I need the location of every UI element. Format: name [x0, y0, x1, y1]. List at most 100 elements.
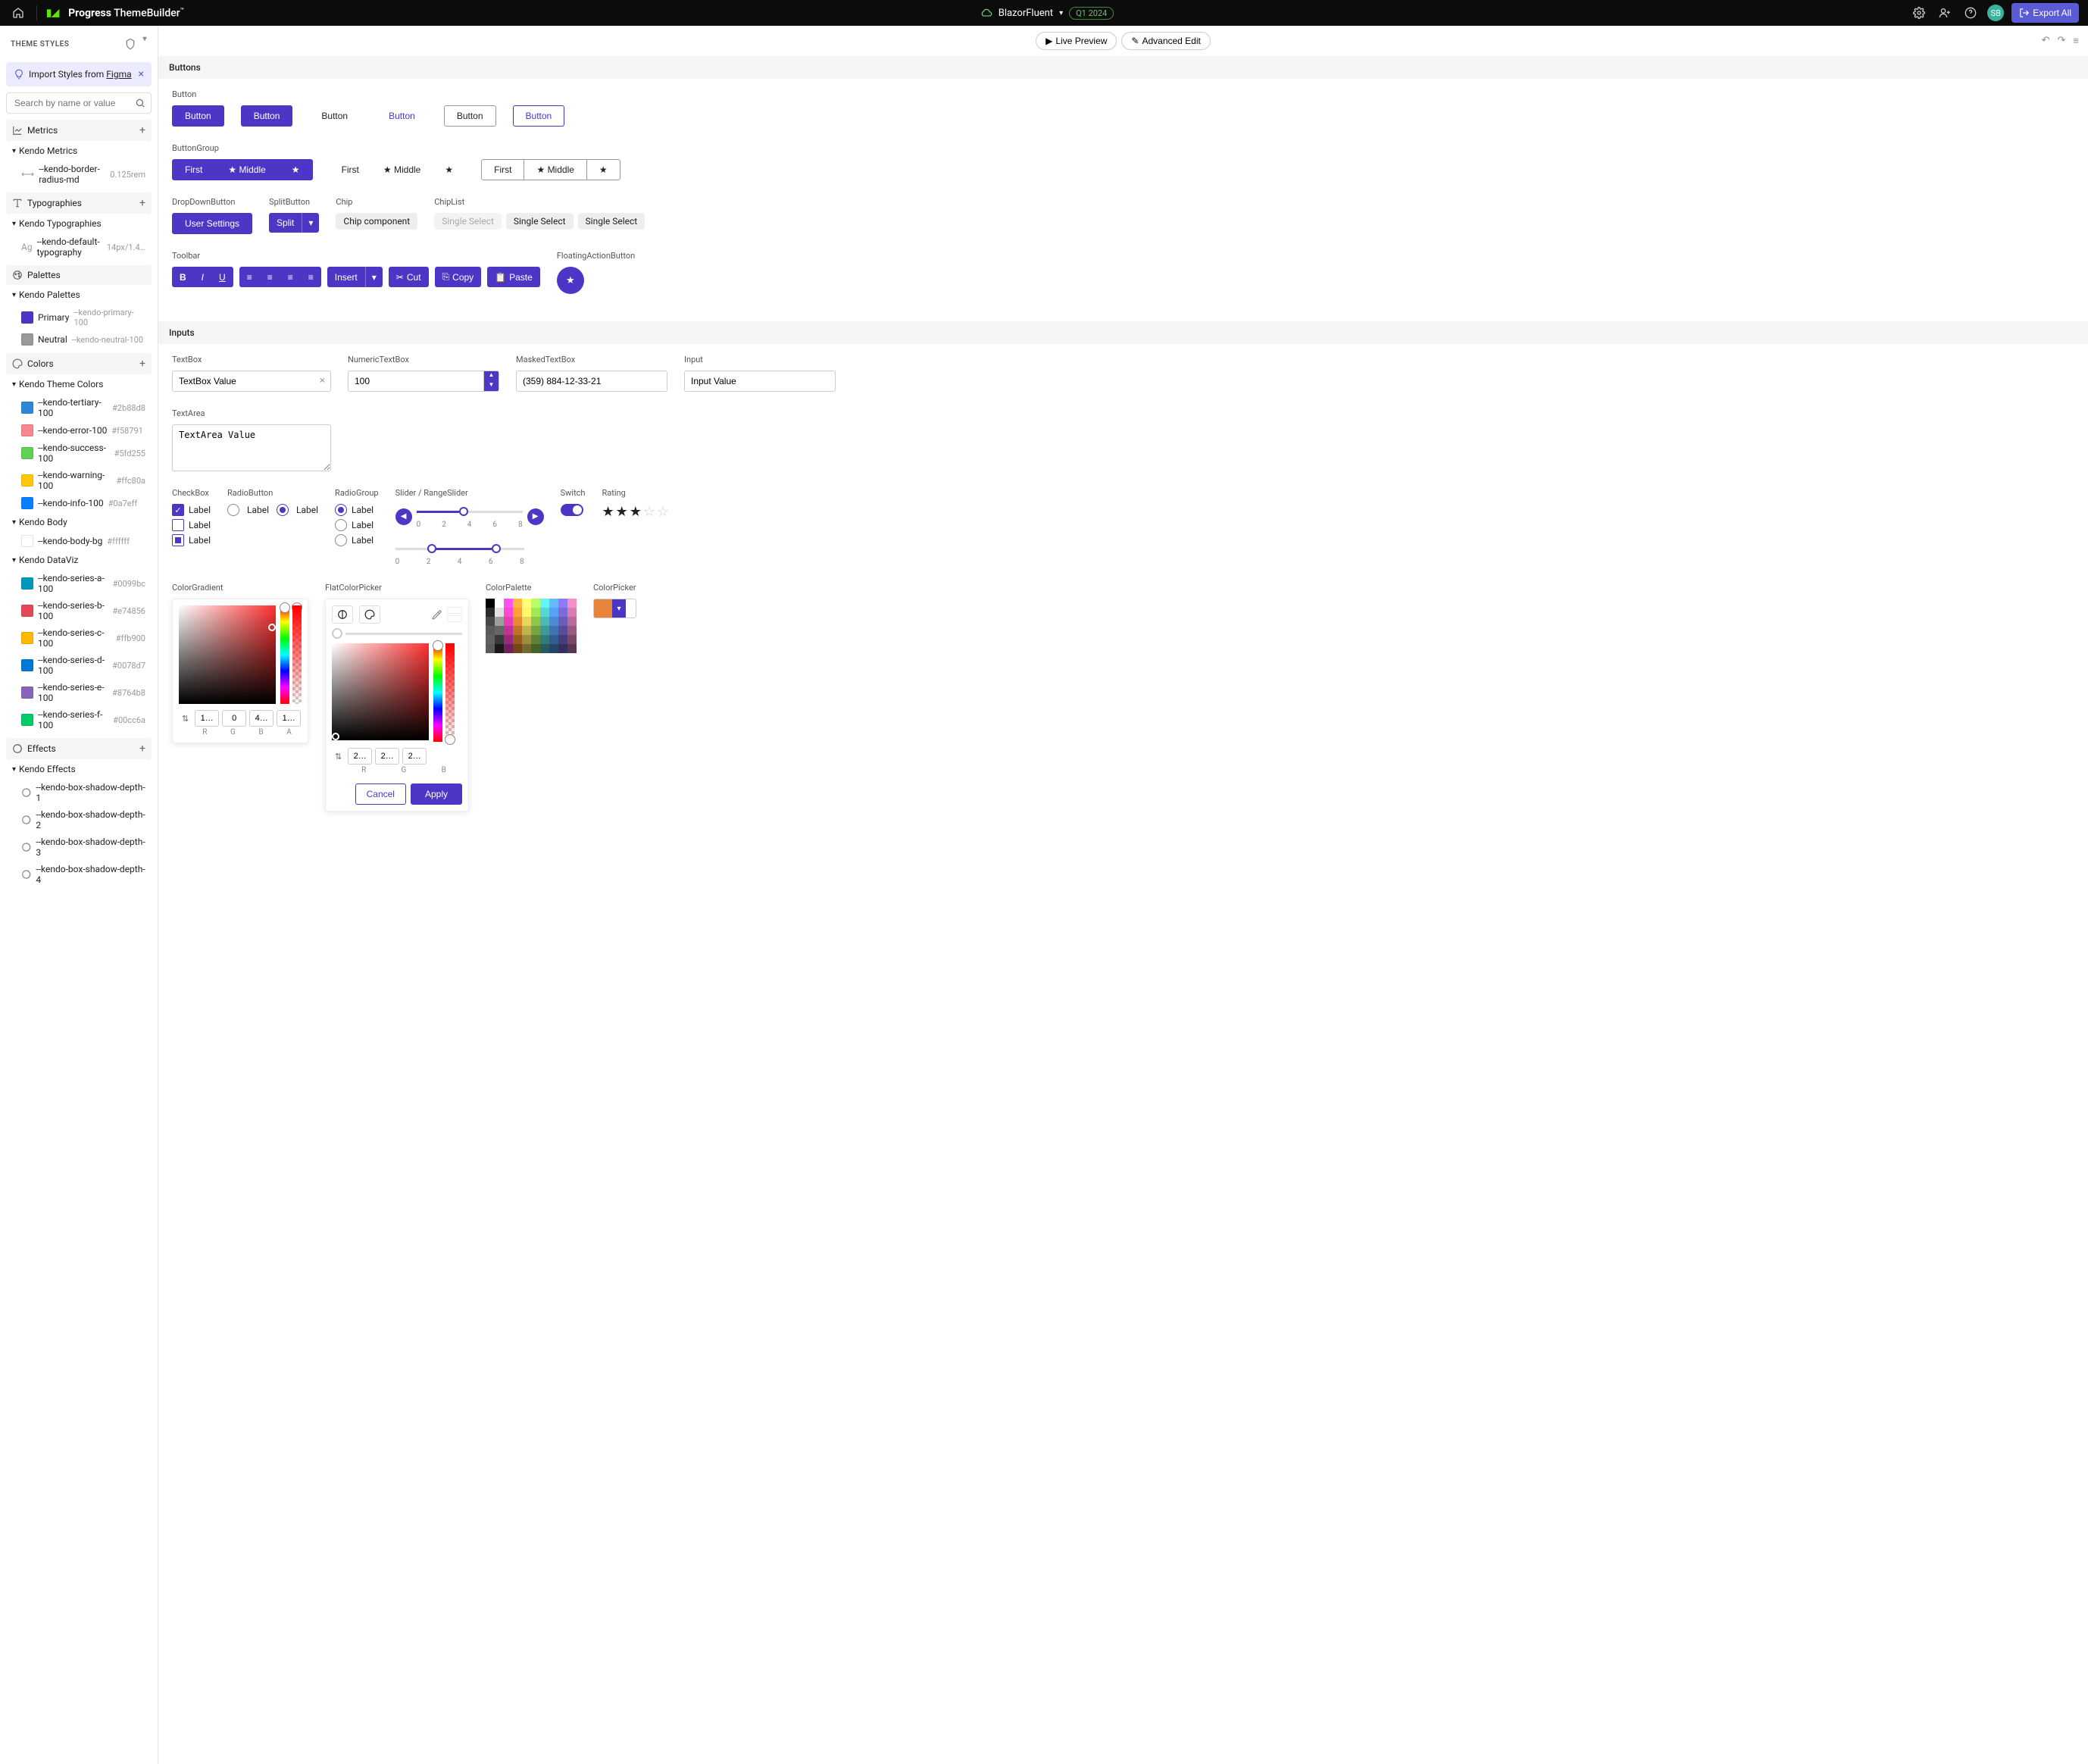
contrast-slider[interactable] [345, 633, 462, 635]
slider-left-button[interactable]: ◀ [395, 508, 412, 525]
slider-right-button[interactable]: ▶ [527, 508, 544, 525]
color-item[interactable]: --kendo-tertiary-100#2b88d8 [6, 394, 152, 421]
cut-button[interactable]: ✂ Cut [389, 267, 429, 287]
rgb-g[interactable] [375, 748, 399, 765]
plus-icon[interactable]: + [139, 743, 145, 755]
bg-last[interactable]: ★ [586, 159, 620, 180]
live-preview-button[interactable]: ▶Live Preview [1036, 32, 1117, 50]
rating[interactable]: ★ ★ ★ ☆ ☆ [602, 504, 669, 520]
star-icon[interactable]: ★ [602, 504, 614, 520]
rgba-r[interactable] [195, 710, 219, 727]
home-icon[interactable] [9, 4, 27, 22]
search-input[interactable] [6, 92, 152, 114]
bg-middle[interactable]: ★ Middle [215, 159, 278, 180]
chip-item[interactable]: Single Select [506, 213, 574, 230]
spinner-up[interactable]: ▲ [484, 371, 499, 381]
gear-icon[interactable] [1910, 4, 1928, 22]
apply-button[interactable]: Apply [411, 783, 462, 805]
checkbox-indeterminate[interactable] [172, 534, 184, 546]
group-theme-colors[interactable]: ▾Kendo Theme Colors [6, 374, 152, 394]
format-toggle-icon[interactable]: ⇅ [179, 714, 192, 724]
radio-item[interactable] [335, 519, 347, 531]
effect-item[interactable]: --kendo-box-shadow-depth-1 [6, 779, 152, 806]
group-kendo-metrics[interactable]: ▾Kendo Metrics [6, 141, 152, 161]
cancel-button[interactable]: Cancel [355, 783, 406, 805]
bold-button[interactable]: B [172, 267, 194, 287]
section-typo[interactable]: Typographies + [6, 192, 152, 214]
chip-item[interactable]: Single Select [578, 213, 645, 230]
effect-item[interactable]: --kendo-box-shadow-depth-3 [6, 834, 152, 861]
chip[interactable]: Chip component [336, 213, 417, 230]
color-item[interactable]: --kendo-warning-100#ffc80a [6, 467, 152, 494]
switch-toggle[interactable] [561, 504, 583, 516]
palette-primary[interactable]: Primary--kendo-primary-100 [6, 305, 152, 330]
section-palettes[interactable]: Palettes [6, 265, 152, 285]
radio-checked[interactable] [277, 504, 289, 516]
bg-first[interactable]: First [330, 159, 371, 180]
masked-input[interactable] [516, 371, 667, 392]
version-pill[interactable]: Q1 2024 [1069, 7, 1114, 20]
clear-icon[interactable]: × [320, 375, 325, 386]
color-item[interactable]: --kendo-series-a-100#0099bc [6, 570, 152, 597]
radio-unchecked[interactable] [227, 504, 239, 516]
group-body[interactable]: ▾Kendo Body [6, 512, 152, 532]
bg-last[interactable]: ★ [433, 159, 465, 180]
undo-icon[interactable]: ↶ [2042, 35, 2050, 47]
button-outline-primary[interactable]: Button [513, 105, 565, 127]
gradient-tab[interactable] [332, 605, 353, 624]
list-icon[interactable]: ≡ [2073, 35, 2079, 47]
gradient-canvas[interactable] [179, 605, 276, 704]
figma-banner[interactable]: Import Styles from Figma × [6, 62, 152, 86]
redo-icon[interactable]: ↷ [2058, 35, 2066, 47]
color-item[interactable]: --kendo-success-100#5fd255 [6, 439, 152, 467]
project-name[interactable]: BlazorFluent [999, 8, 1053, 19]
radio-item[interactable] [335, 534, 347, 546]
alpha-slider[interactable] [445, 643, 455, 742]
metric-item[interactable]: ⟷--kendo-border-radius-md0.125rem [6, 161, 152, 188]
star-icon[interactable]: ★ [616, 504, 628, 520]
bg-first[interactable]: First [481, 159, 524, 180]
button-outline[interactable]: Button [444, 105, 496, 127]
color-item[interactable]: --kendo-series-f-100#00cc6a [6, 706, 152, 733]
button-flat[interactable]: Button [309, 105, 360, 127]
section-effects[interactable]: Effects + [6, 738, 152, 759]
avatar[interactable]: SB [1987, 5, 2004, 21]
bg-middle[interactable]: ★ Middle [371, 159, 433, 180]
effect-item[interactable]: --kendo-box-shadow-depth-2 [6, 806, 152, 834]
underline-button[interactable]: U [211, 267, 233, 287]
textbox-input[interactable] [172, 371, 331, 392]
alpha-slider[interactable] [292, 605, 302, 704]
chevron-down-icon[interactable]: ▾ [612, 599, 626, 618]
insert-button[interactable]: Insert [327, 267, 366, 287]
split-arrow[interactable]: ▾ [302, 213, 319, 233]
plus-icon[interactable]: + [139, 197, 145, 209]
eyedropper-icon[interactable] [432, 609, 442, 621]
palette-tab[interactable] [359, 605, 380, 624]
split-button[interactable]: Split [269, 213, 302, 233]
help-icon[interactable] [1961, 4, 1980, 22]
align-left-button[interactable]: ≡ [239, 267, 260, 287]
plus-icon[interactable]: + [139, 358, 145, 370]
search-icon[interactable] [135, 97, 145, 108]
rgba-b[interactable] [249, 710, 274, 727]
no-color-icon[interactable] [332, 628, 342, 639]
align-right-button[interactable]: ≡ [280, 267, 301, 287]
rgba-g[interactable] [222, 710, 246, 727]
align-justify-button[interactable]: ≡ [301, 267, 321, 287]
color-palette[interactable] [486, 599, 577, 653]
sidebar-chevron-icon[interactable]: ▾ [142, 35, 147, 53]
color-item[interactable]: --kendo-series-c-100#ffb900 [6, 624, 152, 652]
star-icon[interactable]: ★ [630, 504, 642, 520]
body-item[interactable]: --kendo-body-bg#ffffff [6, 532, 152, 550]
rgb-r[interactable] [348, 748, 372, 765]
rgb-b[interactable] [402, 748, 427, 765]
color-item[interactable]: --kendo-series-d-100#0078d7 [6, 652, 152, 679]
radio-item[interactable] [335, 504, 347, 516]
fab-button[interactable]: ★ [557, 267, 584, 294]
bg-last[interactable]: ★ [279, 159, 313, 180]
spinner-down[interactable]: ▼ [484, 381, 499, 391]
star-icon[interactable]: ☆ [657, 504, 669, 520]
group-kendo-palettes[interactable]: ▾Kendo Palettes [6, 285, 152, 305]
sidebar-style-icon[interactable] [121, 35, 139, 53]
color-item[interactable]: --kendo-series-b-100#e74856 [6, 597, 152, 624]
